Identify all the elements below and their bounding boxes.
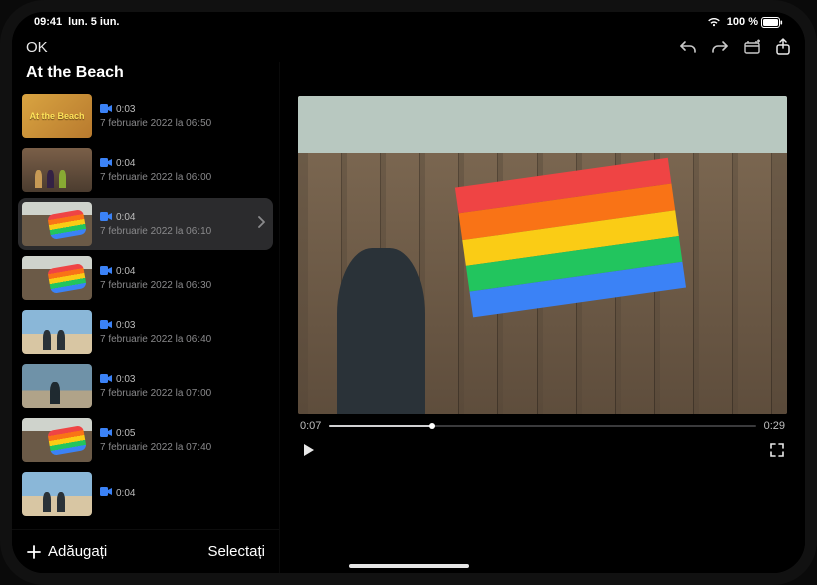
- clip-list[interactable]: At the Beach 0:03 7 februarie 2022 la 06:5…: [12, 90, 279, 529]
- clip-row[interactable]: 0:04: [18, 468, 273, 520]
- scrubber[interactable]: 0:07 0:29: [298, 414, 787, 438]
- clip-thumbnail: [22, 148, 92, 192]
- video-icon: [100, 487, 112, 499]
- clip-thumbnail: At the Beach: [22, 94, 92, 138]
- video-icon: [100, 320, 112, 332]
- video-icon: [100, 158, 112, 170]
- wifi-icon: [707, 17, 721, 27]
- video-icon: [100, 428, 112, 440]
- home-indicator[interactable]: [349, 564, 469, 568]
- select-button[interactable]: Selectați: [207, 543, 265, 560]
- clip-date: 7 februarie 2022 la 06:30: [100, 280, 269, 291]
- add-label: Adăugați: [48, 543, 107, 560]
- clip-date: 7 februarie 2022 la 06:10: [100, 226, 249, 237]
- clip-duration: 0:03: [116, 104, 135, 115]
- video-icon: [100, 266, 112, 278]
- video-icon: [100, 212, 112, 224]
- ok-button[interactable]: OK: [26, 39, 48, 56]
- battery-icon: [761, 17, 783, 28]
- add-media-icon[interactable]: [743, 39, 761, 55]
- clip-duration: 0:04: [116, 488, 135, 499]
- clip-duration: 0:04: [116, 158, 135, 169]
- sidebar: At the Beach At the Beach 0:03 7 februarie…: [12, 62, 280, 573]
- video-preview[interactable]: [298, 96, 787, 414]
- time-current: 0:07: [300, 420, 321, 432]
- clip-duration: 0:05: [116, 428, 135, 439]
- clip-row[interactable]: 0:04 7 februarie 2022 la 06:00: [18, 144, 273, 196]
- chevron-right-icon: [257, 215, 265, 233]
- add-button[interactable]: Adăugați: [26, 543, 107, 560]
- clip-thumbnail: [22, 472, 92, 516]
- battery-text: 100 %: [727, 16, 758, 28]
- clip-row[interactable]: 0:04 7 februarie 2022 la 06:30: [18, 252, 273, 304]
- clip-row[interactable]: At the Beach 0:03 7 februarie 2022 la 06:5…: [18, 90, 273, 142]
- clip-thumbnail: [22, 418, 92, 462]
- redo-icon[interactable]: [711, 39, 729, 55]
- clip-row[interactable]: 0:03 7 februarie 2022 la 07:00: [18, 360, 273, 412]
- clip-thumbnail: [22, 202, 92, 246]
- clip-row[interactable]: 0:05 7 februarie 2022 la 07:40: [18, 414, 273, 466]
- clip-duration: 0:03: [116, 374, 135, 385]
- status-time: 09:41: [34, 16, 62, 28]
- status-bar: 09:41 lun. 5 iun. 100 %: [12, 12, 805, 32]
- status-date: lun. 5 iun.: [68, 16, 119, 28]
- clip-date: 7 februarie 2022 la 06:40: [100, 334, 269, 345]
- project-title: At the Beach: [12, 62, 279, 90]
- preview-pane: 0:07 0:29: [280, 62, 805, 573]
- clip-row[interactable]: 0:04 7 februarie 2022 la 06:10: [18, 198, 273, 250]
- clip-duration: 0:04: [116, 266, 135, 277]
- clip-thumbnail: [22, 310, 92, 354]
- clip-date: 7 februarie 2022 la 07:40: [100, 442, 269, 453]
- clip-duration: 0:03: [116, 320, 135, 331]
- clip-thumbnail: [22, 256, 92, 300]
- clip-thumbnail: [22, 364, 92, 408]
- play-icon[interactable]: [300, 442, 316, 458]
- plus-icon: [26, 544, 42, 560]
- top-bar: OK: [12, 32, 805, 62]
- undo-icon[interactable]: [679, 39, 697, 55]
- video-icon: [100, 104, 112, 116]
- time-total: 0:29: [764, 420, 785, 432]
- clip-date: 7 februarie 2022 la 06:00: [100, 172, 269, 183]
- clip-duration: 0:04: [116, 212, 135, 223]
- scrubber-track[interactable]: [329, 425, 755, 427]
- clip-row[interactable]: 0:03 7 februarie 2022 la 06:40: [18, 306, 273, 358]
- video-icon: [100, 374, 112, 386]
- fullscreen-icon[interactable]: [769, 442, 785, 458]
- clip-date: 7 februarie 2022 la 06:50: [100, 118, 269, 129]
- clip-date: 7 februarie 2022 la 07:00: [100, 388, 269, 399]
- share-icon[interactable]: [775, 38, 791, 56]
